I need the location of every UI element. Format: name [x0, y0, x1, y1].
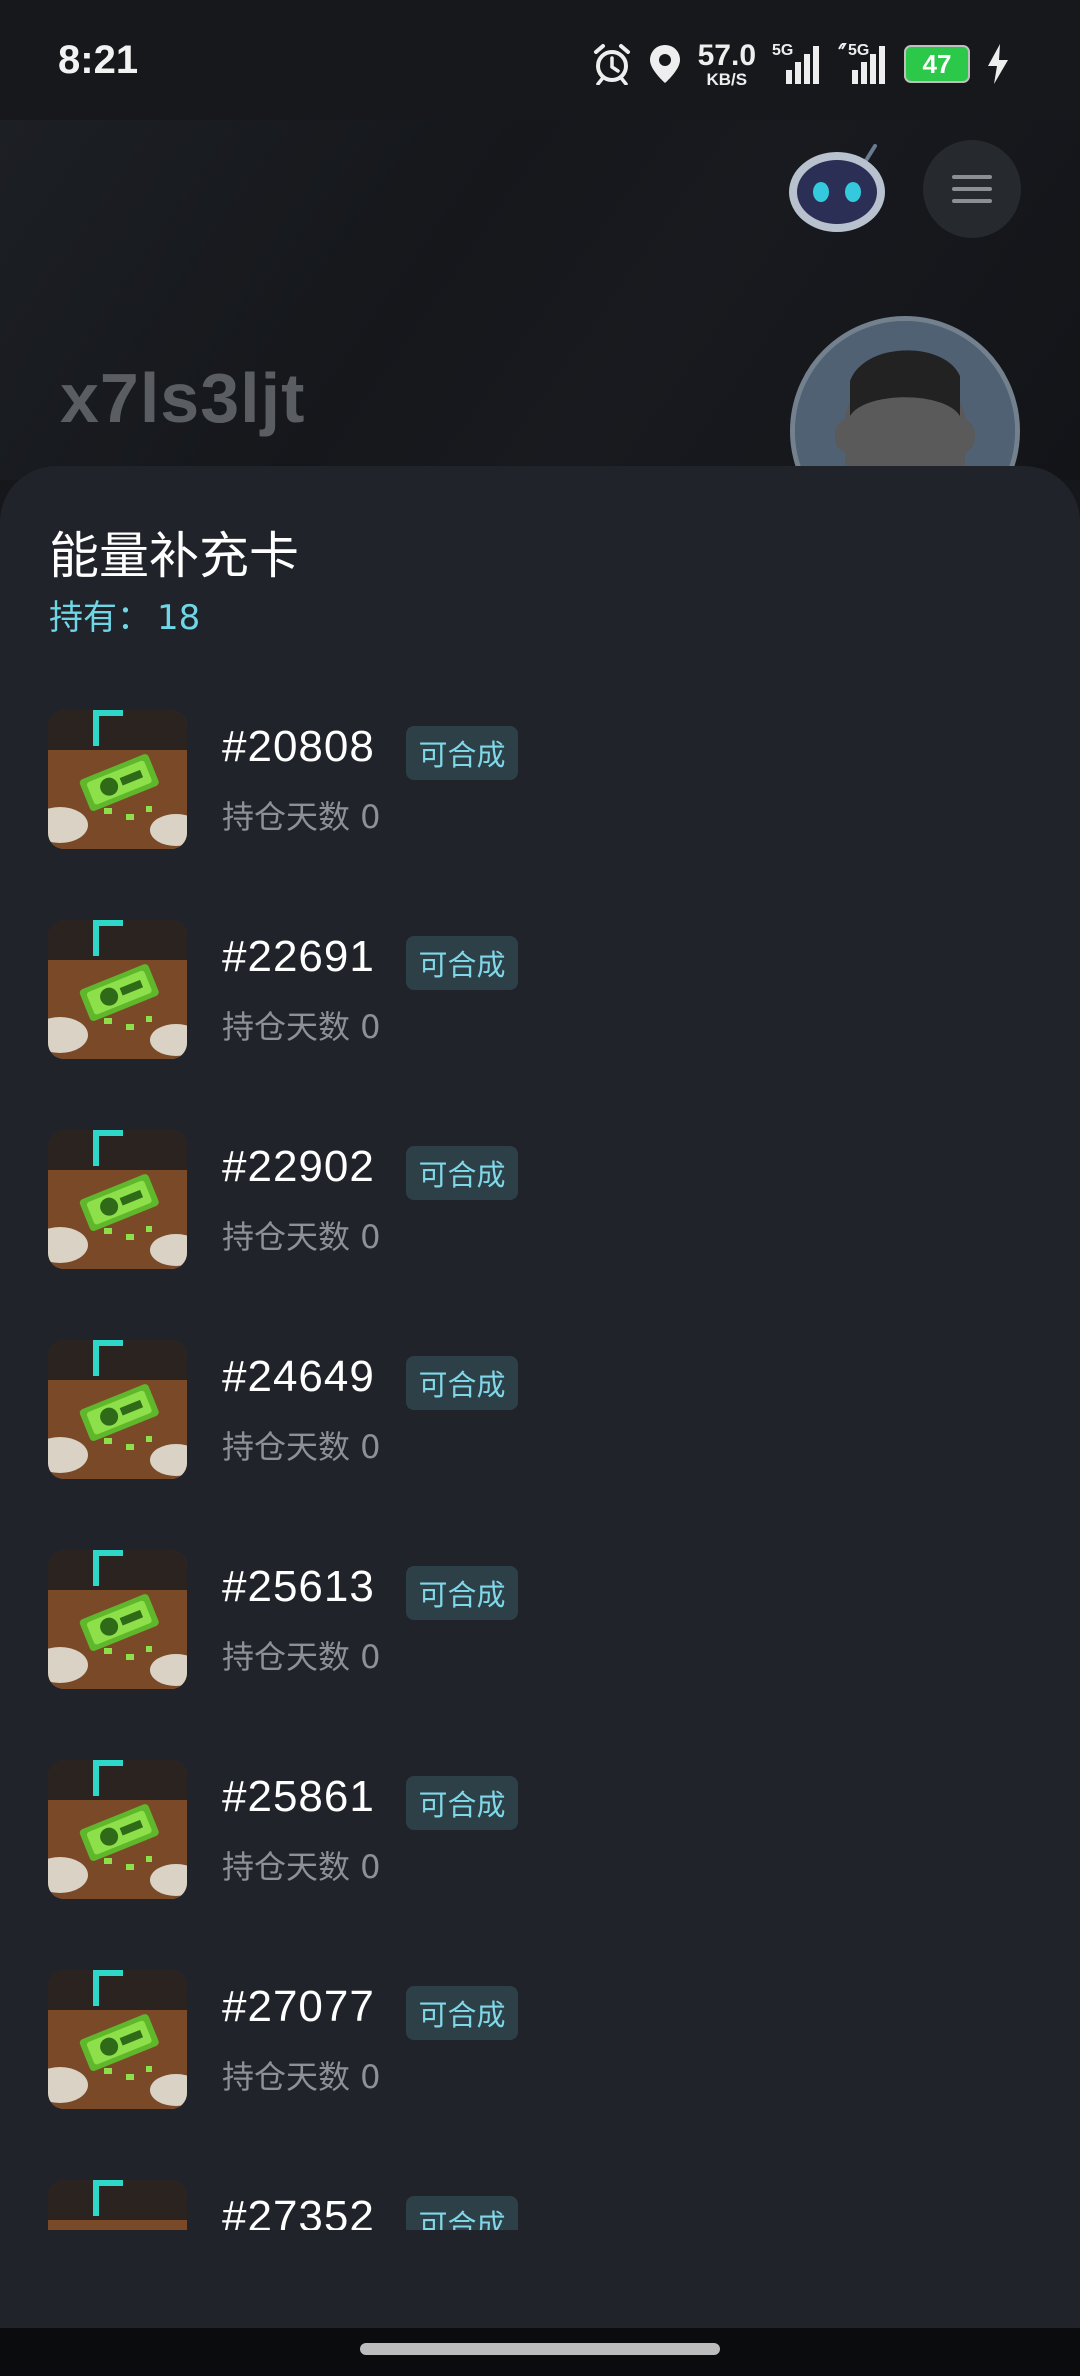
card-id: #27352	[222, 2192, 375, 2230]
holding-days: 持仓天数 0	[222, 1218, 381, 1256]
holding-days: 持仓天数 0	[222, 1428, 381, 1466]
composable-badge: 可合成	[406, 1146, 518, 1200]
card-id: #25861	[222, 1772, 375, 1821]
signal-5g-icon: 5G	[772, 42, 822, 86]
card-thumbnail	[48, 1550, 187, 1689]
menu-button[interactable]	[923, 140, 1021, 238]
composable-badge: 可合成	[406, 2196, 518, 2230]
status-bar: 8:21 57.0 KB/S 5G 5G 47	[0, 0, 1080, 120]
composable-badge: 可合成	[406, 1986, 518, 2040]
card-thumbnail	[48, 2180, 187, 2230]
username: x7ls3ljt	[60, 359, 306, 437]
list-item[interactable]: #25613 可合成 持仓天数 0	[0, 1550, 1080, 1690]
card-thumbnail	[48, 1970, 187, 2109]
composable-badge: 可合成	[406, 1566, 518, 1620]
card-thumbnail	[48, 1130, 187, 1269]
holding-days: 持仓天数 0	[222, 1638, 381, 1676]
status-icons: 57.0 KB/S 5G 5G 47	[592, 36, 1010, 92]
composable-badge: 可合成	[406, 1776, 518, 1830]
signal-5g-data-icon: 5G	[838, 42, 888, 86]
card-thumbnail	[48, 710, 187, 849]
list-item[interactable]: #20808 可合成 持仓天数 0	[0, 710, 1080, 850]
card-thumbnail	[48, 1760, 187, 1899]
card-list[interactable]: #20808 可合成 持仓天数 0 #22691 可合成 持仓天数 0 #229…	[0, 710, 1080, 2230]
holding-days: 持仓天数 0	[222, 1848, 381, 1886]
holding-days: 持仓天数 0	[222, 1008, 381, 1046]
charging-icon	[986, 44, 1010, 84]
battery-icon: 47	[904, 45, 970, 83]
composable-badge: 可合成	[406, 1356, 518, 1410]
network-speed: 57.0 KB/S	[697, 38, 756, 89]
list-item[interactable]: #27352 可合成	[0, 2180, 1080, 2230]
list-item[interactable]: #27077 可合成 持仓天数 0	[0, 1970, 1080, 2110]
card-id: #27077	[222, 1982, 375, 2031]
alarm-icon	[592, 43, 632, 85]
collection-sheet: 能量补充卡 持有： 18 #20808 可合成 持仓天数 0 #22691 可合…	[0, 466, 1080, 2328]
holding-days: 持仓天数 0	[222, 2058, 381, 2096]
card-id: #22902	[222, 1142, 375, 1191]
card-thumbnail	[48, 920, 187, 1059]
card-id: #22691	[222, 932, 375, 981]
card-id: #24649	[222, 1352, 375, 1401]
list-item[interactable]: #22691 可合成 持仓天数 0	[0, 920, 1080, 1060]
composable-badge: 可合成	[406, 726, 518, 780]
card-thumbnail	[48, 1340, 187, 1479]
list-item[interactable]: #22902 可合成 持仓天数 0	[0, 1130, 1080, 1270]
location-icon	[648, 43, 682, 85]
holding-count: 持有： 18	[49, 598, 201, 638]
composable-badge: 可合成	[406, 936, 518, 990]
robot-assistant-button[interactable]	[787, 140, 887, 236]
list-item[interactable]: #24649 可合成 持仓天数 0	[0, 1340, 1080, 1480]
sheet-title: 能量补充卡	[49, 527, 299, 585]
card-id: #20808	[222, 722, 375, 771]
card-id: #25613	[222, 1562, 375, 1611]
list-item[interactable]: #25861 可合成 持仓天数 0	[0, 1760, 1080, 1900]
robot-icon	[789, 144, 885, 232]
menu-icon	[952, 167, 992, 211]
home-indicator[interactable]	[360, 2343, 720, 2355]
status-time: 8:21	[58, 38, 139, 82]
holding-days: 持仓天数 0	[222, 798, 381, 836]
